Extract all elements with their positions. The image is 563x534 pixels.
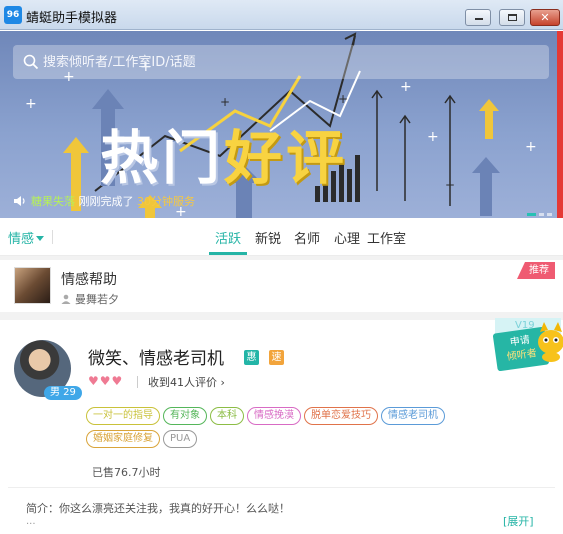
ticker-count: 30分钟服务 — [137, 195, 195, 208]
tag-pill[interactable]: 一对一的指导 — [86, 407, 160, 425]
chevron-down-icon — [36, 236, 45, 241]
tab-new[interactable]: 新锐 — [255, 228, 281, 247]
tab-bar: 情感 活跃 新锐 名师 心理 工作室 — [0, 218, 563, 256]
search-bar[interactable] — [13, 45, 549, 79]
person-icon — [61, 294, 71, 304]
banner-carousel[interactable]: +++ ++++ +++ 热门好评 糖果失落 刚刚完成了 30分钟服务 — [0, 31, 563, 218]
recommended-title: 情感帮助 — [61, 272, 117, 288]
tag-pill[interactable]: PUA — [163, 430, 198, 448]
category-dropdown[interactable]: 情感 — [8, 228, 45, 247]
carousel-dot[interactable] — [547, 213, 552, 216]
close-icon: ✕ — [540, 11, 550, 24]
svg-text:+: + — [220, 95, 230, 109]
headline-white-text: 热门 — [100, 124, 225, 192]
reviews-link[interactable]: 收到41人评价 › — [148, 374, 225, 390]
author-name: 曼舞若夕 — [75, 293, 119, 306]
ticker-prefix: 刚刚完成了 — [78, 195, 134, 208]
tag-pill[interactable]: 情感老司机 — [381, 407, 445, 425]
fast-badge: 速 — [269, 350, 284, 365]
tag-pill[interactable]: 本科 — [210, 407, 244, 425]
headline-yellow-text: 好评 — [224, 124, 349, 192]
banner-headline: 热门好评 — [100, 126, 348, 190]
carousel-dot-active[interactable] — [527, 213, 536, 216]
tag-pill[interactable]: 婚姻家庭修复 — [86, 430, 160, 448]
listener-card[interactable]: 男 29 微笑、情感老司机 惠 速 ♥♥♥ 收到41人评价 › V19 申请 倾… — [8, 318, 563, 534]
svg-text:+: + — [400, 79, 412, 95]
tab-psychology[interactable]: 心理 — [334, 228, 360, 247]
recommended-item[interactable]: 情感帮助 曼舞若夕 推荐 — [8, 260, 555, 312]
avatar — [14, 267, 51, 304]
card-divider — [8, 487, 555, 488]
expand-button[interactable]: [展开] — [503, 513, 534, 529]
category-label: 情感 — [8, 232, 35, 247]
search-icon — [23, 54, 39, 70]
carousel-indicator — [524, 205, 552, 218]
discount-badge: 惠 — [244, 350, 259, 365]
mascot-icon — [538, 322, 563, 362]
activity-ticker: 糖果失落 刚刚完成了 30分钟服务 — [13, 193, 195, 209]
sold-hours: 已售76.7小时 — [92, 466, 161, 479]
svg-text:+: + — [525, 139, 537, 155]
tab-active-listeners[interactable]: 活跃 — [215, 228, 241, 247]
recommend-badge: 推荐 — [517, 262, 555, 279]
maximize-button[interactable] — [499, 9, 525, 26]
recommended-author: 曼舞若夕 — [61, 291, 119, 307]
minimize-icon — [475, 18, 483, 20]
window-title: 蜻蜓助手模拟器 — [26, 11, 118, 26]
chevron-right-icon: › — [220, 376, 225, 389]
carousel-dot[interactable] — [539, 213, 544, 216]
listener-name: 微笑、情感老司机 — [88, 349, 224, 369]
window-titlebar: 96 蜻蜓助手模拟器 ✕ — [0, 0, 563, 30]
tag-pill[interactable]: 有对象 — [163, 407, 207, 425]
tab-mentors[interactable]: 名师 — [294, 228, 320, 247]
svg-text:+: + — [427, 129, 439, 145]
app-logo-icon: 96 — [4, 6, 22, 24]
minimize-button[interactable] — [465, 9, 491, 26]
rating-hearts-icon: ♥♥♥ — [88, 374, 124, 388]
ticker-user: 糖果失落 — [31, 195, 75, 208]
reviews-count: 收到41人评价 — [148, 376, 217, 389]
close-button[interactable]: ✕ — [530, 9, 560, 26]
tab-divider — [52, 230, 53, 244]
active-tab-indicator — [209, 252, 247, 255]
svg-text:+: + — [338, 92, 348, 106]
banner-edge-accent — [557, 31, 563, 218]
speaker-icon — [14, 196, 25, 206]
search-input[interactable] — [43, 51, 533, 73]
intro-ellipsis: ... — [26, 516, 36, 527]
listener-intro: 简介：你这么漂亮还关注我，我真的好开心！么么哒！ — [26, 502, 290, 515]
tag-pill[interactable]: 脱单恋爱技巧 — [304, 407, 378, 425]
rating-divider — [137, 376, 138, 388]
gender-age-badge: 男 29 — [44, 386, 82, 400]
tag-pill[interactable]: 情感挽漠 — [247, 407, 301, 425]
apply-listener-button[interactable]: V19 申请 倾听者 — [465, 314, 563, 376]
svg-text:+: + — [445, 178, 455, 192]
maximize-icon — [508, 14, 517, 21]
tab-studio[interactable]: 工作室 — [367, 228, 406, 247]
svg-text:+: + — [25, 96, 37, 112]
tag-list: 一对一的指导 有对象 本科 情感挽漠 脱单恋爱技巧 情感老司机婚姻家庭修复 PUA — [86, 407, 486, 453]
